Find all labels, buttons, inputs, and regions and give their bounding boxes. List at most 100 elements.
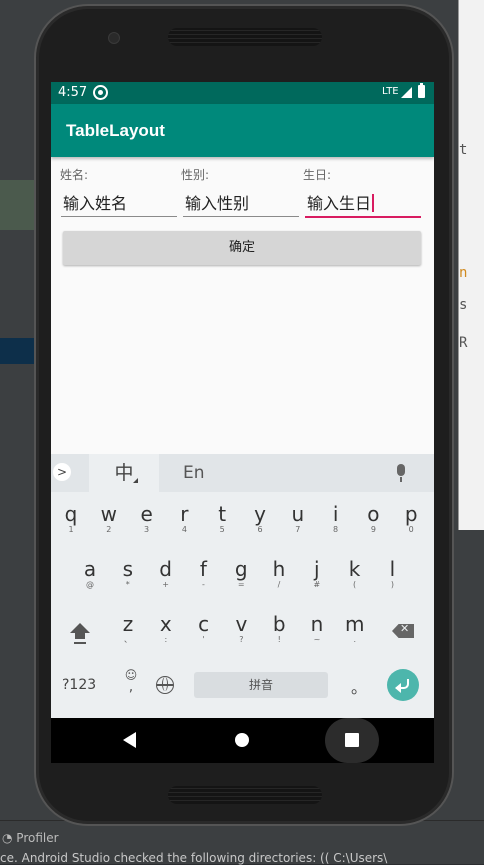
key-hint: ~ — [313, 635, 321, 644]
key-l[interactable]: l) — [374, 558, 410, 590]
symbols-key[interactable]: ?123 — [62, 677, 96, 693]
key-letter: w — [100, 502, 117, 526]
signal-icon — [401, 87, 412, 98]
key-f[interactable]: f- — [185, 558, 221, 590]
key-c[interactable]: c ' — [186, 613, 222, 645]
key-letter: o — [367, 502, 380, 526]
key-h[interactable]: h / — [261, 558, 297, 590]
name-input[interactable]: 输入姓名 — [61, 190, 177, 217]
key-letter: n — [310, 612, 324, 636]
enter-key[interactable] — [387, 669, 419, 701]
app-title: TableLayout — [66, 121, 165, 140]
key-x[interactable]: x: — [148, 613, 184, 645]
profiler-label: Profiler — [16, 831, 59, 845]
back-icon[interactable] — [123, 732, 136, 748]
ide-char-4: R — [459, 335, 468, 351]
backspace-key[interactable]: ✕ — [392, 624, 414, 638]
key-u[interactable]: u7 — [280, 503, 316, 535]
key-letter: t — [218, 502, 227, 526]
key-o[interactable]: o9 — [355, 503, 391, 535]
confirm-button[interactable]: 确定 — [63, 231, 421, 265]
top-speaker — [168, 28, 322, 46]
key-t[interactable]: t5 — [204, 503, 240, 535]
globe-icon[interactable] — [156, 676, 174, 694]
key-letter: u — [291, 502, 305, 526]
expand-toolbar-button[interactable]: > — [53, 463, 71, 481]
key-letter: z — [122, 612, 134, 636]
key-letter: k — [348, 557, 361, 581]
key-letter: i — [332, 502, 339, 526]
key-hint: ' — [202, 635, 205, 644]
key-letter: s — [122, 557, 133, 581]
home-icon[interactable] — [235, 733, 249, 747]
key-d[interactable]: d + — [148, 558, 184, 590]
key-m[interactable]: m. — [337, 613, 373, 645]
chinese-mode-key[interactable]: 中 — [89, 454, 159, 492]
key-e[interactable]: e3 — [129, 503, 165, 535]
gender-input[interactable]: 输入性别 — [183, 190, 299, 217]
navigation-bar — [51, 718, 434, 763]
ide-editor-panel: t n s R — [458, 0, 484, 530]
app-bar: TableLayout — [51, 104, 434, 157]
english-mode-key[interactable]: En — [183, 463, 205, 483]
key-b[interactable]: b! — [261, 613, 297, 645]
key-hint: 3 — [144, 525, 150, 534]
emoji-key[interactable]: ☺, — [121, 668, 141, 694]
key-hint: ) — [390, 580, 394, 589]
key-letter: e — [140, 502, 153, 526]
microphone-icon[interactable] — [397, 464, 405, 482]
space-key[interactable]: 拼音 — [194, 672, 328, 698]
key-q[interactable]: q1 — [53, 503, 89, 535]
period-key[interactable]: 。 — [351, 674, 367, 698]
key-letter: b — [272, 612, 286, 636]
key-g[interactable]: g = — [223, 558, 259, 590]
key-hint: 7 — [295, 525, 301, 534]
key-hint: 0 — [408, 525, 414, 534]
key-letter: m — [345, 612, 365, 636]
key-s[interactable]: s * — [110, 558, 146, 590]
key-hint: 6 — [257, 525, 263, 534]
key-hint: 9 — [370, 525, 376, 534]
key-hint: 8 — [333, 525, 339, 534]
ide-char-2: n — [459, 265, 468, 281]
sync-icon — [93, 85, 108, 100]
key-letter: j — [314, 557, 320, 581]
shift-key[interactable] — [69, 623, 91, 645]
key-z[interactable]: z、 — [110, 613, 146, 645]
text-cursor — [372, 194, 374, 212]
key-y[interactable]: y6 — [242, 503, 278, 535]
key-i[interactable]: i8 — [318, 503, 354, 535]
birthday-input[interactable]: 输入生日 — [305, 190, 421, 218]
ide-char-1: t — [459, 142, 468, 158]
key-letter: x — [159, 612, 172, 636]
key-hint: / — [277, 580, 281, 589]
gender-input-text: 输入性别 — [185, 194, 250, 213]
key-hint: - — [201, 580, 205, 589]
backspace-x-icon: ✕ — [400, 622, 410, 635]
key-j[interactable]: j # — [299, 558, 335, 590]
key-n[interactable]: n ~ — [299, 613, 335, 645]
key-hint: 2 — [106, 525, 112, 534]
key-letter: v — [235, 612, 248, 636]
ide-profiler-tab[interactable]: ◔ Profiler — [2, 831, 59, 845]
birthday-input-text: 输入生日 — [307, 194, 372, 213]
key-w[interactable]: w2 — [91, 503, 127, 535]
key-k[interactable]: k( — [337, 558, 373, 590]
key-letter: l — [389, 557, 396, 581]
corner-triangle-icon — [133, 478, 138, 483]
key-a[interactable]: a @ — [72, 558, 108, 590]
key-p[interactable]: p0 — [393, 503, 429, 535]
key-hint: # — [313, 580, 321, 589]
key-letter: r — [180, 502, 189, 526]
key-letter: h — [272, 557, 286, 581]
key-v[interactable]: v? — [223, 613, 259, 645]
soft-keyboard: > 中 En q1w2e3r4t5y6u7i8o9p0 a @ s * d + f - g = h /… — [51, 454, 434, 718]
recents-button[interactable] — [325, 718, 379, 763]
key-r[interactable]: r4 — [166, 503, 202, 535]
battery-icon — [418, 83, 425, 98]
status-time: 4:57 — [58, 85, 88, 100]
key-letter: p — [404, 502, 418, 526]
network-type: LTE — [382, 86, 399, 97]
birthday-label: 生日: — [303, 168, 332, 182]
status-bar: 4:57 LTE — [51, 82, 434, 104]
